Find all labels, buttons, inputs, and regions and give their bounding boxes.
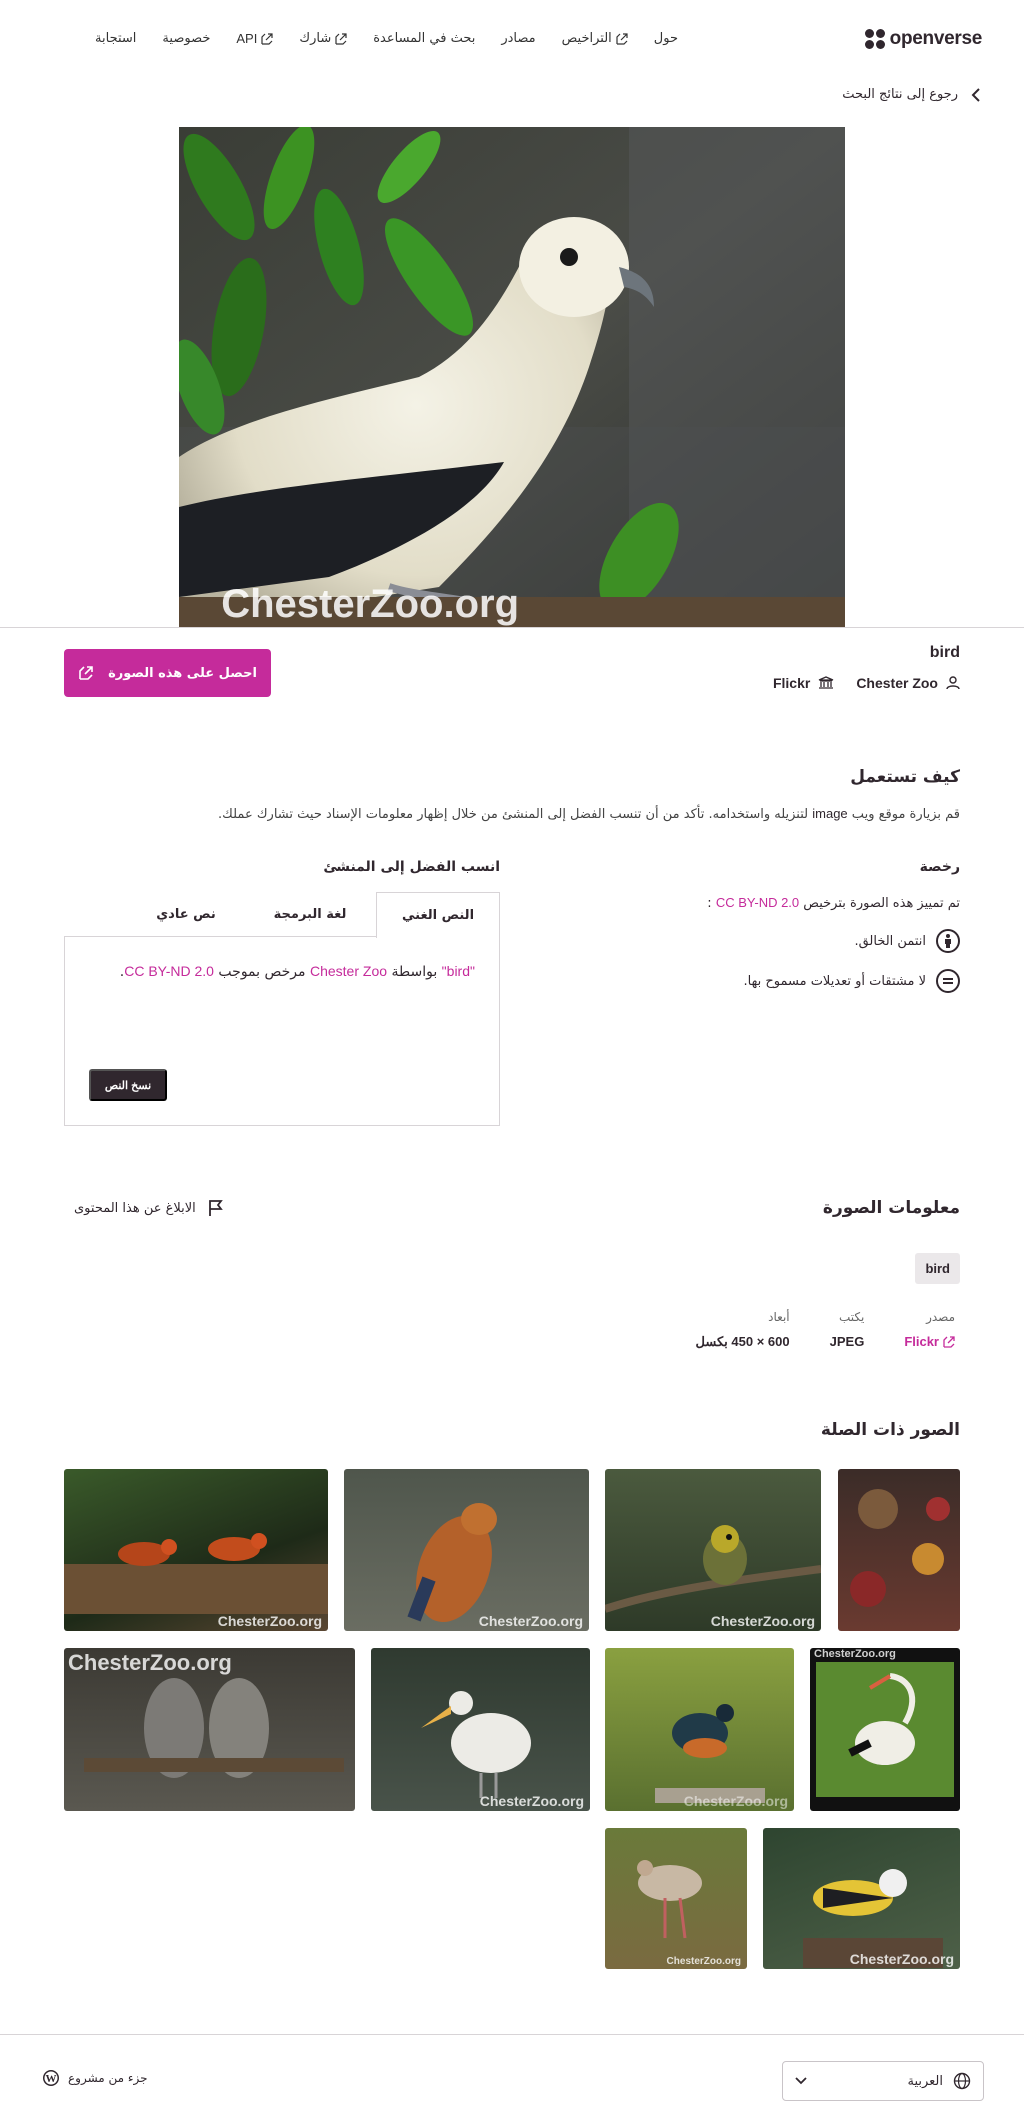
nav-licenses[interactable]: التراخيص [562,31,628,46]
attribution-panel: "bird" بواسطة Chester Zoo مرخص بموجب CC … [64,936,500,1126]
site-header: openverse حول التراخيص مصادر بحث في المس… [0,0,1024,80]
tab-plain-text[interactable]: نص عادي [128,892,244,937]
external-link-icon [79,666,93,680]
logo-text: openverse [889,28,983,49]
nav-sources[interactable]: مصادر [501,31,535,46]
nav-about[interactable]: حول [654,31,678,46]
copy-text-button[interactable]: نسخ النص [89,1069,167,1101]
attribution-heading: انسب الفضل إلى المنشئ [323,859,500,875]
cc-nd-icon [936,969,960,993]
attribution-text: "bird" بواسطة Chester Zoo مرخص بموجب CC … [119,963,475,980]
related-image[interactable]: ChesterZoo.org [605,1648,794,1811]
image-info-heading: معلومات الصورة [822,1198,960,1218]
main-nav: حول التراخيص مصادر بحث في المساعدة شارك … [95,31,678,46]
image-title: bird [929,644,960,661]
related-image[interactable]: ChesterZoo.org [64,1469,328,1631]
tab-html[interactable]: لغة البرمجة [244,892,376,937]
related-image[interactable]: ChesterZoo.org [344,1469,589,1631]
external-link-icon [261,32,273,45]
meta-source-link[interactable]: Flickr [904,1334,955,1349]
attribution-title-link[interactable]: "bird" [442,963,475,979]
license-condition-by: انتمن الخالق. [854,929,960,953]
wordpress-label: جزء من مشروع [68,2071,148,2085]
wordpress-link[interactable]: W جزء من مشروع [42,2069,148,2087]
meta-source: مصدر Flickr [904,1310,955,1349]
nav-contribute[interactable]: شارك [299,31,347,46]
attribution-creator-link[interactable]: Chester Zoo [310,963,387,979]
image-attribution: Chester Zoo Flickr [773,675,960,691]
nav-feedback[interactable]: استجابة [95,31,136,46]
image-metadata: مصدر Flickr يكتب JPEG أبعاد 600 × 450 بك… [696,1310,955,1350]
svg-text:W: W [46,2073,57,2085]
image-watermark: ChesterZoo.org [221,582,519,626]
openverse-logo[interactable]: openverse [864,28,983,50]
related-image[interactable]: ChesterZoo.org [763,1828,960,1969]
attribution-license-link[interactable]: CC BY-ND 2.0 [124,963,214,979]
tag-chip[interactable]: bird [915,1253,960,1284]
related-image[interactable]: ChesterZoo.org [810,1648,960,1811]
divider [0,627,1024,628]
back-to-results-link[interactable]: رجوع إلى نتائج البحث [842,87,982,102]
report-content-button[interactable]: الابلاغ عن هذا المحتوى [74,1199,224,1217]
institution-icon [819,676,834,689]
license-heading: رخصة [919,859,960,875]
wordpress-icon: W [43,2070,59,2086]
related-image[interactable]: ChesterZoo.org [605,1828,747,1969]
user-icon [946,676,960,690]
license-intro: تم تمييز هذه الصورة بترخيص CC BY-ND 2.0 … [707,895,960,911]
how-to-use-heading: كيف تستعمل [850,767,960,787]
creator-link[interactable]: Chester Zoo [856,675,960,691]
external-link-icon [943,1335,955,1348]
external-link-icon [335,32,347,45]
chevron-left-icon [971,87,980,102]
globe-icon [953,2072,971,2090]
footer-divider [0,2034,1024,2035]
related-image[interactable]: ChesterZoo.org [605,1469,821,1631]
pigeon-photo: ChesterZoo.org [179,127,845,628]
main-image: ChesterZoo.org [179,127,845,628]
nav-api[interactable]: API [236,31,273,46]
how-to-use-text: قم بزيارة موقع ويب image لتنزيله واستخدا… [218,806,960,822]
cc-by-icon [936,929,960,953]
external-link-icon [616,32,628,45]
related-image[interactable] [838,1469,960,1631]
chevron-down-icon [795,2077,807,2085]
language-label: العربية [907,2073,943,2089]
related-image[interactable]: ChesterZoo.org [371,1648,590,1811]
get-this-image-button[interactable]: احصل على هذه الصورة [64,649,271,697]
flag-icon [208,1200,223,1216]
meta-dimensions: أبعاد 600 × 450 بكسل [695,1310,790,1349]
related-image[interactable]: ChesterZoo.org [64,1648,355,1811]
language-select[interactable]: العربية [782,2061,984,2101]
source-link[interactable]: Flickr [773,675,834,691]
meta-type: يكتب JPEG [829,1310,865,1349]
nav-privacy[interactable]: خصوصية [162,31,210,46]
logo-icon [864,29,885,49]
license-link[interactable]: CC BY-ND 2.0 [716,895,799,910]
attribution-tabs: النص الغني لغة البرمجة نص عادي [64,892,500,938]
tab-rich-text[interactable]: النص الغني [376,892,500,938]
nav-search-help[interactable]: بحث في المساعدة [373,31,475,46]
license-condition-nd: لا مشتقات أو تعديلات مسموح بها. [744,969,960,993]
related-images-heading: الصور ذات الصلة [820,1420,960,1440]
